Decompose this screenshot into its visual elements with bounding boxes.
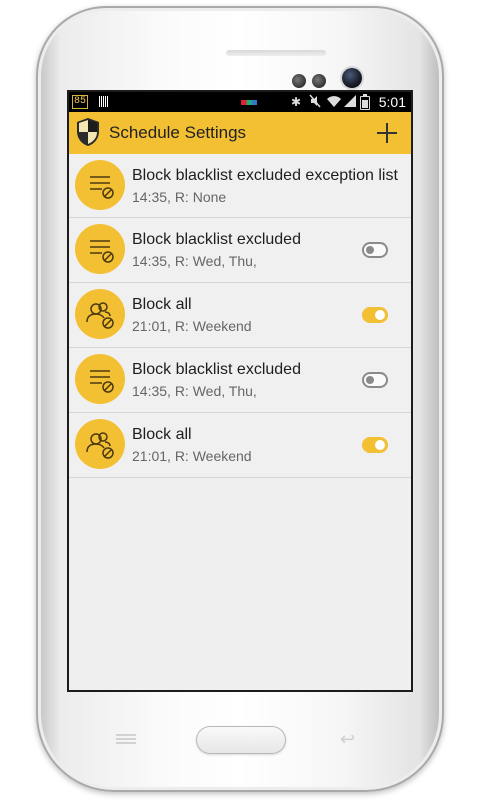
toggle-knob [366, 246, 374, 254]
people-block-icon [75, 289, 125, 339]
schedule-subtitle: 21:01, R: Weekend [132, 448, 252, 464]
screen: 85 ✱ 5:01 Schedule Settings Block blackl… [69, 92, 411, 690]
people-block-icon [75, 419, 125, 469]
shield-icon[interactable] [75, 117, 101, 147]
battery-icon [360, 94, 370, 110]
plus-icon[interactable] [369, 115, 405, 151]
menu-key-icon[interactable] [116, 732, 136, 746]
schedule-toggle[interactable] [362, 307, 388, 323]
schedule-toggle[interactable] [362, 242, 388, 258]
schedule-title: Block all [132, 296, 192, 313]
list-block-icon [75, 224, 125, 274]
toggle-knob [366, 376, 374, 384]
schedule-title: Block blacklist excluded [132, 361, 301, 378]
list-item[interactable]: Block blacklist excluded 14:35, R: Wed, … [69, 218, 411, 283]
status-bar: 85 ✱ 5:01 [69, 92, 411, 112]
schedule-title: Block blacklist excluded exception list [132, 167, 398, 184]
schedule-title: Block all [132, 426, 192, 443]
list-item[interactable]: Block blacklist excluded 14:35, R: Wed, … [69, 348, 411, 413]
barcode-icon [99, 96, 108, 107]
schedule-list: Block blacklist excluded exception list … [69, 154, 411, 478]
front-camera [342, 68, 362, 88]
list-item[interactable]: Block all 21:01, R: Weekend [69, 413, 411, 478]
schedule-toggle[interactable] [362, 437, 388, 453]
bluetooth-icon: ✱ [291, 95, 302, 109]
list-block-icon [75, 160, 125, 210]
schedule-subtitle: 14:35, R: Wed, Thu, [132, 383, 257, 399]
home-button[interactable] [196, 726, 286, 754]
sensor-dot [312, 74, 326, 88]
schedule-subtitle: 14:35, R: Wed, Thu, [132, 253, 257, 269]
toggle-knob [375, 440, 385, 450]
toggle-knob [375, 310, 385, 320]
earpiece [226, 50, 326, 56]
clock: 5:01 [378, 94, 406, 110]
app-notification-icon [241, 100, 257, 105]
page-title: Schedule Settings [109, 123, 247, 142]
list-item[interactable]: Block blacklist excluded exception list … [69, 154, 411, 218]
list-item[interactable]: Block all 21:01, R: Weekend [69, 283, 411, 348]
schedule-title: Block blacklist excluded [132, 231, 301, 248]
notification-badge: 85 [72, 95, 89, 109]
list-block-icon [75, 354, 125, 404]
action-bar: Schedule Settings [69, 112, 411, 154]
schedule-toggle[interactable] [362, 372, 388, 388]
back-key-icon[interactable]: ↩ [340, 730, 355, 748]
mute-icon [309, 94, 321, 112]
wifi-icon [326, 94, 342, 112]
sensor-dot [292, 74, 306, 88]
schedule-subtitle: 21:01, R: Weekend [132, 318, 252, 334]
signal-icon [343, 94, 357, 112]
schedule-subtitle: 14:35, R: None [132, 189, 227, 205]
